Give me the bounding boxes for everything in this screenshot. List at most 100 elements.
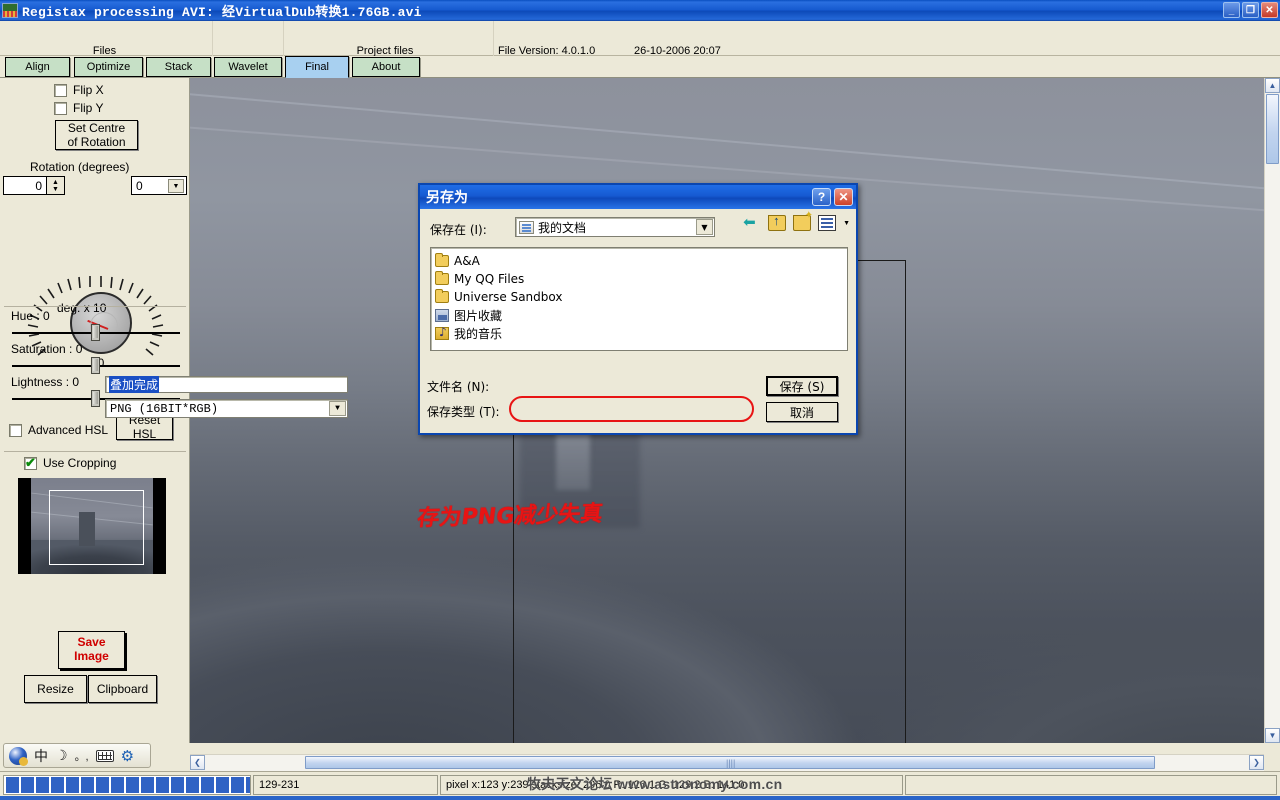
save-as-dialog[interactable]: 另存为 ? ✕ 保存在 (I): 我的文档 ▼ ▼ A&A — [418, 183, 858, 435]
chevron-down-icon[interactable]: ▼ — [329, 401, 346, 416]
my-documents-icon — [519, 220, 534, 234]
taskbar-strip — [0, 796, 1280, 800]
new-folder-icon[interactable] — [793, 210, 813, 231]
annotation-text: 存为PNG减少失真 — [415, 501, 605, 532]
spinner-down-icon[interactable]: ▼ — [52, 186, 59, 193]
folder-icon — [435, 271, 449, 285]
use-cropping-checkbox-box[interactable] — [24, 455, 37, 471]
list-item[interactable]: 图片收藏 — [435, 306, 847, 324]
advanced-hsl-label: Advanced HSL — [28, 423, 109, 437]
dialog-help-button[interactable]: ? — [812, 188, 831, 206]
list-item[interactable]: Universe Sandbox — [435, 288, 847, 306]
views-chevron-down-icon[interactable]: ▼ — [843, 220, 850, 227]
horizontal-scrollbar[interactable]: ❮ |||| ❯ — [190, 754, 1264, 771]
dialog-window-controls: ? ✕ — [812, 188, 853, 206]
music-folder-icon — [435, 325, 449, 340]
tab-stack[interactable]: Stack — [146, 57, 211, 77]
use-cropping-checkbox[interactable]: Use Cropping — [24, 455, 116, 471]
dialog-save-button[interactable]: 保存 (S) — [766, 376, 838, 396]
empty-status-cell — [905, 775, 1277, 795]
dialog-title: 另存为 — [426, 190, 468, 206]
flip-y-checkbox-box[interactable] — [54, 101, 67, 115]
toolbar-divider-3 — [493, 21, 494, 56]
folder-icon — [435, 289, 449, 303]
file-list[interactable]: A&A My QQ Files Universe Sandbox 图片收藏 我的… — [430, 247, 848, 351]
toolbar-divider-1 — [212, 21, 213, 56]
keyboard-icon[interactable] — [95, 749, 114, 762]
resize-button[interactable]: Resize — [24, 675, 87, 703]
file-name-value: 叠加完成 — [109, 376, 160, 393]
flip-y-checkbox[interactable]: Flip Y — [54, 101, 103, 115]
maximize-button[interactable]: ❐ — [1242, 2, 1259, 18]
horizontal-scroll-thumb[interactable]: |||| — [305, 756, 1155, 769]
toolbar-divider-2 — [283, 21, 284, 56]
advanced-hsl-checkbox-box[interactable] — [9, 423, 22, 437]
up-folder-icon[interactable] — [768, 213, 787, 231]
range-status-cell: 129-231 — [253, 775, 438, 795]
vertical-scroll-thumb[interactable] — [1266, 94, 1279, 164]
flip-y-label: Flip Y — [73, 101, 104, 115]
scroll-up-button[interactable]: ▲ — [1265, 78, 1280, 93]
main-toolbar: Files Project files Select Flat/Dark ▼ I… — [0, 21, 1280, 76]
ime-language-bar[interactable]: 中 ☽ 。, ⚙ — [3, 743, 151, 768]
save-image-line2: Image — [74, 649, 109, 663]
crop-preview-thumbnail[interactable] — [18, 478, 166, 574]
clipboard-button[interactable]: Clipboard — [88, 675, 157, 703]
dialog-close-button[interactable]: ✕ — [834, 188, 853, 206]
crop-selection-rectangle[interactable] — [49, 490, 144, 565]
file-type-label: 保存类型 (T): — [427, 405, 500, 419]
minimize-button[interactable]: _ — [1223, 2, 1240, 18]
rotation-dropdown[interactable]: 0 ▼ — [131, 176, 187, 195]
vertical-scrollbar[interactable]: ▲ ▼ — [1264, 78, 1280, 743]
file-type-dropdown[interactable]: PNG (16BIT*RGB) ▼ — [105, 399, 348, 418]
list-item[interactable]: 我的音乐 — [435, 324, 847, 342]
saturation-label: Saturation : 0 — [11, 342, 83, 356]
list-item[interactable]: My QQ Files — [435, 270, 847, 288]
views-icon[interactable] — [818, 215, 837, 231]
save-in-dropdown[interactable]: 我的文档 ▼ — [515, 217, 715, 237]
close-button[interactable]: ✕ — [1261, 2, 1278, 18]
dialog-titlebar: 另存为 ? ✕ — [420, 185, 856, 209]
lightness-label: Lightness : 0 — [11, 375, 80, 389]
tab-align[interactable]: Align — [5, 57, 70, 77]
set-centre-line2: of Rotation — [67, 135, 126, 149]
rotation-spinner[interactable]: 0 ▲ ▼ — [3, 176, 65, 195]
ime-punctuation-icon[interactable]: 。, — [75, 748, 89, 764]
tab-final[interactable]: Final — [285, 56, 349, 78]
flip-x-checkbox[interactable]: Flip X — [54, 83, 104, 97]
scroll-right-button[interactable]: ❯ — [1249, 755, 1264, 770]
tab-wavelet[interactable]: Wavelet — [214, 57, 282, 77]
scroll-down-button[interactable]: ▼ — [1265, 728, 1280, 743]
window-title: Registax processing AVI: 经VirtualDub转换1.… — [22, 5, 422, 20]
ime-logo-icon[interactable] — [9, 746, 28, 766]
list-item[interactable]: A&A — [435, 252, 847, 270]
dialog-toolbar: ▼ — [743, 210, 850, 231]
gear-icon[interactable]: ⚙ — [121, 747, 134, 765]
power-line-overlay-1 — [190, 88, 1280, 195]
status-bar: 129-231 pixel x:123 y:239 stacksize: 296… — [0, 771, 1280, 800]
tab-bar: Align Optimize Stack Wavelet Final About — [0, 56, 1280, 78]
list-item-label: 图片收藏 — [454, 308, 503, 323]
chevron-down-icon[interactable]: ▼ — [696, 219, 713, 235]
dialog-cancel-button[interactable]: 取消 — [766, 402, 838, 422]
scroll-left-button[interactable]: ❮ — [190, 755, 205, 770]
file-name-input[interactable]: 叠加完成 — [105, 376, 348, 393]
tab-optimize[interactable]: Optimize — [74, 57, 143, 77]
flip-x-checkbox-box[interactable] — [54, 83, 67, 97]
ime-mode-label[interactable]: 中 — [34, 746, 48, 766]
advanced-hsl-checkbox[interactable]: Advanced HSL — [9, 423, 108, 437]
chevron-down-icon[interactable]: ▼ — [168, 179, 184, 193]
tab-about[interactable]: About — [352, 57, 420, 77]
rotation-spinner-arrows[interactable]: ▲ ▼ — [46, 177, 64, 194]
rotation-dropdown-value: 0 — [136, 178, 143, 193]
forum-watermark: 牧夫天文论坛 www.astronomy.com.cn — [527, 776, 783, 792]
saturation-slider-thumb[interactable] — [91, 357, 100, 374]
back-arrow-icon[interactable] — [743, 213, 761, 231]
lightness-slider-thumb[interactable] — [91, 390, 100, 407]
ime-moon-icon[interactable]: ☽ — [55, 747, 68, 764]
set-centre-of-rotation-button[interactable]: Set Centre of Rotation — [55, 120, 138, 150]
registax-logo-icon — [2, 3, 18, 18]
save-image-button[interactable]: Save Image — [58, 631, 125, 669]
spinner-up-icon[interactable]: ▲ — [52, 179, 59, 186]
hue-slider-thumb[interactable] — [91, 324, 100, 341]
